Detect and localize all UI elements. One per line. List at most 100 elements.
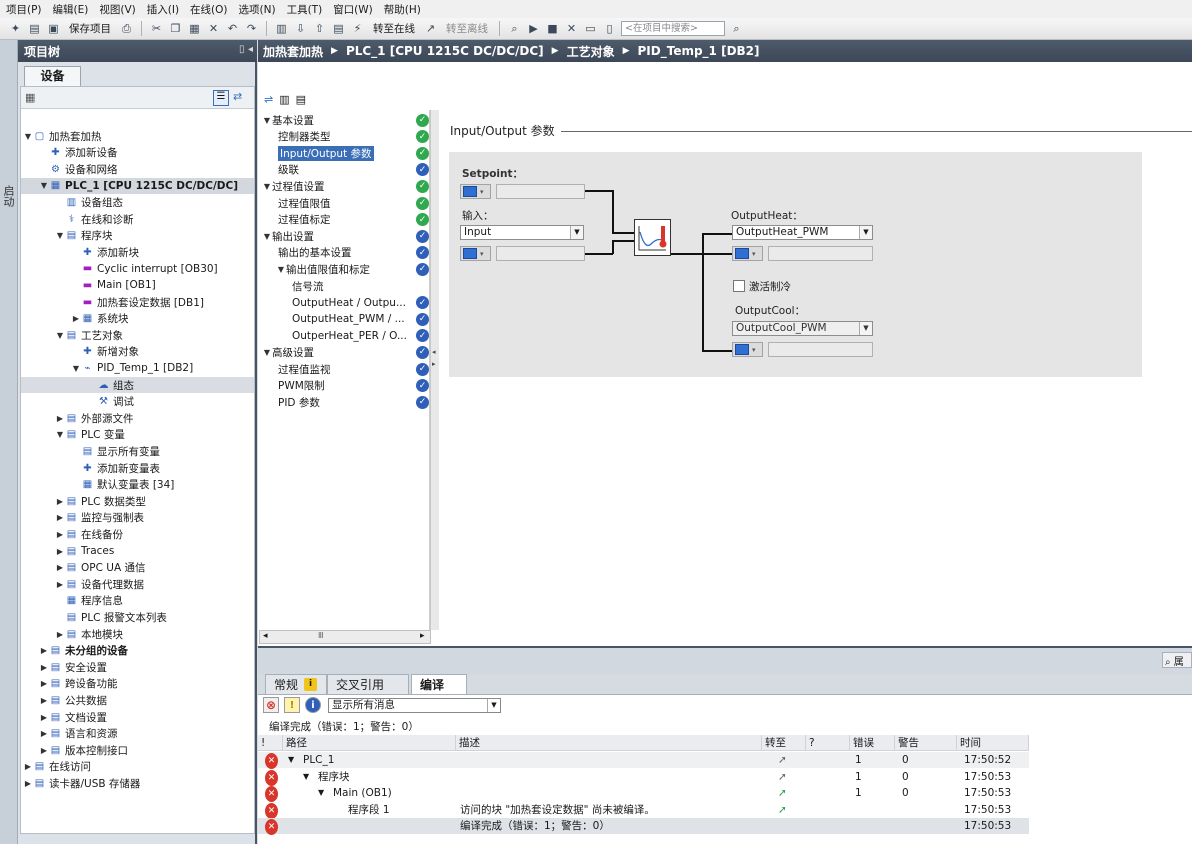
copy-icon[interactable]: ❐ <box>168 21 183 36</box>
setpoint-source-button[interactable]: ▾ <box>460 184 491 199</box>
expand-arrow-icon[interactable]: ▼ <box>262 182 272 191</box>
expand-arrow-icon[interactable]: ▼ <box>288 752 294 768</box>
tree-item[interactable]: ▬ Main [OB1] <box>21 277 254 293</box>
detail-view-icon[interactable]: ☰ <box>213 90 229 106</box>
tree-item[interactable]: ▼ ▤ PLC 变量 <box>21 427 254 443</box>
simulate-icon[interactable]: ▤ <box>331 21 346 36</box>
expand-arrow-icon[interactable]: ▼ <box>39 181 49 190</box>
goto-icon[interactable]: ➚ <box>778 752 787 768</box>
open-project-icon[interactable]: ▤ <box>27 21 42 36</box>
menu-item[interactable]: 插入(I) <box>147 2 179 17</box>
tree-item[interactable]: ▶ ▤ 监控与强制表 <box>21 510 254 526</box>
expand-arrow-icon[interactable]: ▶ <box>39 713 49 722</box>
go-offline-button[interactable]: 转至离线 <box>446 21 488 36</box>
tree-item[interactable]: ▶ ▤ 读卡器/USB 存储器 <box>21 775 254 791</box>
expand-arrow-icon[interactable]: ▶ <box>39 729 49 738</box>
column-header[interactable]: 警告 <box>895 735 957 751</box>
column-header[interactable]: 转至 <box>762 735 806 751</box>
expand-arrow-icon[interactable]: ▶ <box>55 630 65 639</box>
tree-item[interactable]: ▶ ▤ 安全设置 <box>21 659 254 675</box>
menu-item[interactable]: 视图(V) <box>99 2 135 17</box>
message-filter-select[interactable]: 显示所有消息 ▼ <box>328 698 501 713</box>
tree-item[interactable]: ⚒ 调试 <box>21 394 254 410</box>
tree-item[interactable]: ▤ 显示所有变量 <box>21 443 254 459</box>
input-select[interactable]: Input ▼ <box>460 225 584 240</box>
tree-item[interactable]: ▶ ▤ 语言和资源 <box>21 726 254 742</box>
message-row[interactable]: ✕ 程序段 1 访问的块 "加热套设定数据" 尚未被编译。 ➚ 17:50:53 <box>258 802 1029 819</box>
split-vertical-icon[interactable]: ▯ <box>602 21 617 36</box>
hscroll-thumb[interactable]: Ⅲ <box>318 631 324 640</box>
menu-item[interactable]: 选项(N) <box>239 2 276 17</box>
message-row[interactable]: ✕ ▼ 程序块 ➚ 1 0 17:50:53 <box>258 769 1029 786</box>
expand-arrow-icon[interactable]: ▼ <box>55 231 65 240</box>
tree-item[interactable]: ▶ ▤ 在线访问 <box>21 759 254 775</box>
tab-general[interactable]: 常规 i <box>265 674 327 694</box>
column-header[interactable]: 错误 <box>850 735 895 751</box>
expand-arrow-icon[interactable]: ▶ <box>23 762 33 771</box>
tree-item[interactable]: ⚕ 在线和诊断 <box>21 211 254 227</box>
tree-item[interactable]: ⚙ 设备和网络 <box>21 161 254 177</box>
nav-item[interactable]: 过程值监视 ✓ <box>258 361 430 377</box>
tab-compile[interactable]: 编译 <box>411 674 467 694</box>
breadcrumb-item[interactable]: PID_Temp_1 [DB2] <box>638 44 760 58</box>
tree-home-icon[interactable]: ▦ <box>25 91 35 104</box>
message-row[interactable]: ✕ ▼ PLC_1 ➚ 1 0 17:50:52 <box>258 752 1029 769</box>
nav-item[interactable]: 控制器类型 ✓ <box>258 129 430 145</box>
expand-arrow-icon[interactable]: ▶ <box>55 414 65 423</box>
breadcrumb-item[interactable]: 加热套加热 <box>263 43 323 60</box>
expand-arrow-icon[interactable]: ▼ <box>303 769 309 785</box>
nav-item[interactable]: ▼ 输出设置 ✓ <box>258 228 430 244</box>
tree-item[interactable]: ▤ PLC 报警文本列表 <box>21 609 254 625</box>
go-offline-icon[interactable]: ↗ <box>423 21 438 36</box>
tree-item[interactable]: ▶ ▤ 公共数据 <box>21 692 254 708</box>
expand-arrow-icon[interactable]: ▼ <box>23 132 33 141</box>
save-icon[interactable]: ▣ <box>46 21 61 36</box>
nav-item[interactable]: OutputHeat / Outpu... ✓ <box>258 295 430 311</box>
upload-icon[interactable]: ⇧ <box>312 21 327 36</box>
tree-item[interactable]: ▶ ▤ 跨设备功能 <box>21 676 254 692</box>
expand-arrow-icon[interactable]: ▶ <box>39 746 49 755</box>
nav-item[interactable]: 输出的基本设置 ✓ <box>258 245 430 261</box>
functional-view-icon[interactable]: ⇌ <box>264 93 273 106</box>
go-online-button[interactable]: 转至在线 <box>373 21 415 36</box>
nav-item[interactable]: OutputHeat_PWM / ... ✓ <box>258 311 430 327</box>
delete-icon[interactable]: ✕ <box>206 21 221 36</box>
expand-icon[interactable]: ▥ <box>279 93 289 106</box>
breadcrumb-item[interactable]: 工艺对象 <box>567 43 615 60</box>
cut-icon[interactable]: ✂ <box>149 21 164 36</box>
column-header[interactable]: ! <box>258 735 283 751</box>
tree-item[interactable]: ☁ 组态 <box>21 377 254 393</box>
hscroll-left-icon[interactable]: ◂ <box>263 631 268 641</box>
split-horizontal-icon[interactable]: ▭ <box>583 21 598 36</box>
download-icon[interactable]: ⇩ <box>293 21 308 36</box>
properties-button[interactable]: ⌕ 属 <box>1162 652 1192 668</box>
navigation-hscrollbar[interactable]: ◂ Ⅲ ▸ <box>259 630 431 644</box>
save-project-button[interactable]: 保存项目 <box>69 21 111 36</box>
message-row[interactable]: ✕ ▼ Main (OB1) ➚ 1 0 17:50:53 <box>258 785 1029 803</box>
column-header[interactable]: 时间 <box>957 735 1029 751</box>
output-cool-source-button[interactable]: ▾ <box>732 342 763 357</box>
tree-item[interactable]: ▦ 默认变量表 [34] <box>21 477 254 493</box>
tree-item[interactable]: ✚ 添加新块 <box>21 244 254 260</box>
expand-arrow-icon[interactable]: ▶ <box>71 314 81 323</box>
project-search-input[interactable]: <在项目中搜索> <box>621 21 725 36</box>
go-online-icon[interactable]: ⚡ <box>350 21 365 36</box>
goto-icon[interactable]: ➚ <box>778 802 787 818</box>
tree-item[interactable]: ▶ ▤ 本地模块 <box>21 626 254 642</box>
expand-arrow-icon[interactable]: ▼ <box>262 348 272 357</box>
tree-item[interactable]: ✚ 添加新设备 <box>21 145 254 161</box>
cross-reference-icon[interactable]: ✕ <box>564 21 579 36</box>
tree-item[interactable]: ▶ ▦ 系统块 <box>21 311 254 327</box>
goto-icon[interactable]: ➚ <box>778 785 787 801</box>
info-filter-icon[interactable]: i <box>305 697 321 713</box>
print-icon[interactable]: ⎙ <box>119 21 134 36</box>
tree-item[interactable]: ▶ ▤ Traces <box>21 543 254 559</box>
tree-item[interactable]: ▥ 设备组态 <box>21 194 254 210</box>
expand-arrow-icon[interactable]: ▼ <box>276 265 286 274</box>
navigation-scrollbar[interactable]: ◂ ▸ <box>430 110 439 630</box>
tree-item[interactable]: ▼ ▤ 工艺对象 <box>21 327 254 343</box>
message-row[interactable]: ✕ 编译完成（错误：1；警告：0） 17:50:53 <box>258 818 1029 836</box>
tree-item[interactable]: ▬ 加热套设定数据 [DB1] <box>21 294 254 310</box>
expand-arrow-icon[interactable]: ▶ <box>39 663 49 672</box>
error-filter-icon[interactable]: ⊗ <box>263 697 279 713</box>
